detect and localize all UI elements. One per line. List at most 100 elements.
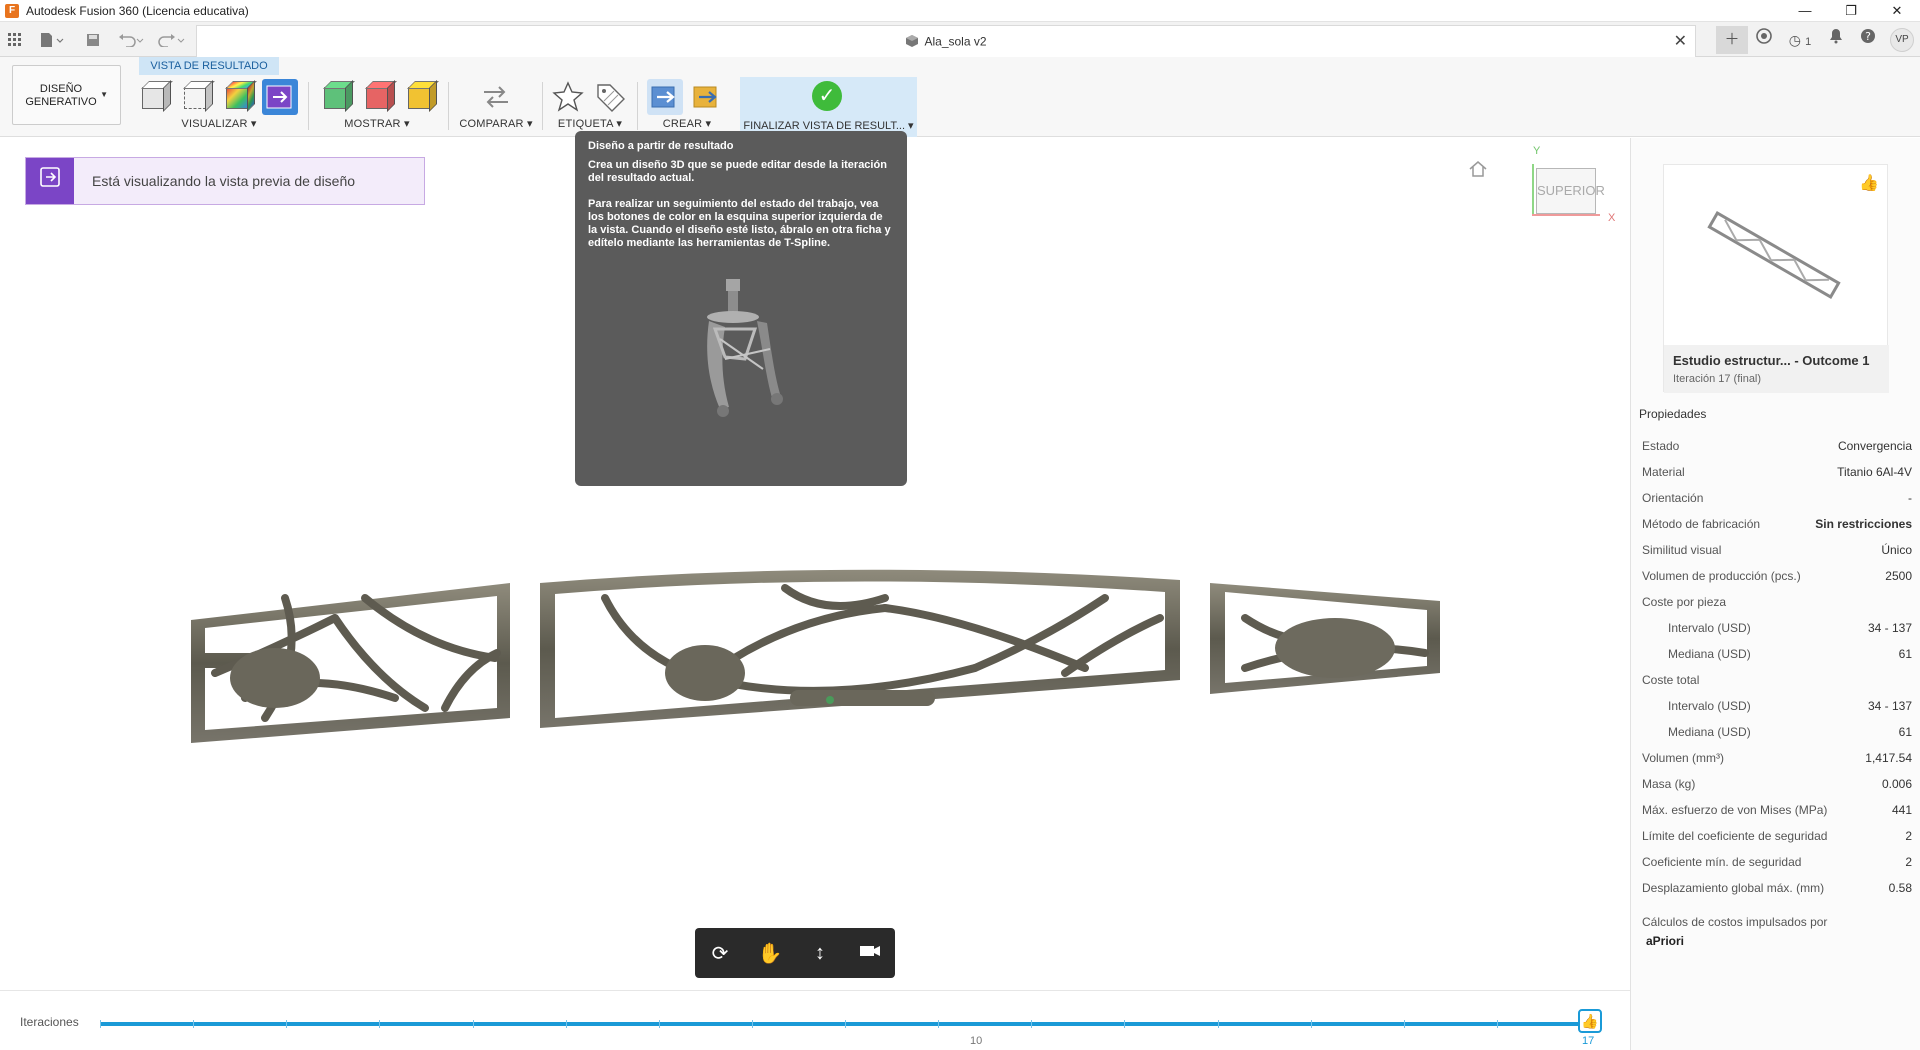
iteration-tick[interactable] [658, 1020, 660, 1028]
iteration-tick[interactable] [286, 1020, 288, 1028]
export-outcome-icon[interactable] [689, 79, 725, 115]
iteration-tick[interactable] [1310, 1020, 1312, 1028]
property-row: Material Titanio 6Al-4V [1642, 459, 1912, 485]
property-row: Desplazamiento global máx. (mm) 0.58 [1642, 875, 1912, 901]
property-value: 2500 [1885, 569, 1912, 583]
save-icon[interactable] [86, 29, 100, 51]
create-design-from-outcome-icon[interactable] [647, 79, 683, 115]
close-window-button[interactable]: ✕ [1874, 0, 1920, 22]
viewcube[interactable]: Y X SUPERIOR [1530, 145, 1615, 228]
like-icon[interactable]: 👍 [1859, 173, 1879, 193]
property-value: 61 [1898, 725, 1912, 739]
iteration-tick[interactable] [751, 1020, 753, 1028]
undo-icon[interactable] [118, 29, 146, 51]
home-view-icon[interactable] [1468, 160, 1490, 182]
extensions-icon[interactable] [1748, 26, 1780, 54]
camera-icon[interactable] [850, 942, 890, 965]
generative-wing-model[interactable] [185, 558, 1445, 773]
iteration-tick[interactable] [1403, 1020, 1405, 1028]
outcome-card[interactable]: 👍 Estudio estructur... - Outcome 1 Itera… [1663, 164, 1889, 393]
property-row: Estado Convergencia [1642, 433, 1912, 459]
document-tab[interactable]: Ala_sola v2 ✕ [196, 25, 1696, 57]
zoom-icon[interactable]: ↕ [800, 942, 840, 965]
iteration-tick[interactable] [1217, 1020, 1219, 1028]
property-value: 2 [1905, 829, 1912, 843]
show-starting-shape-icon[interactable] [402, 79, 438, 115]
property-label: Masa (kg) [1642, 777, 1696, 791]
iteration-tick[interactable] [379, 1020, 381, 1028]
iteration-tick[interactable] [1031, 1020, 1033, 1028]
solid-view-icon[interactable] [136, 79, 172, 115]
property-row: Volumen de producción (pcs.) 2500 [1642, 563, 1912, 589]
exit-preview-icon[interactable] [26, 158, 74, 204]
tag-icon[interactable] [592, 79, 628, 115]
property-label: Intervalo (USD) [1668, 621, 1751, 635]
property-row: Coste por pieza [1642, 589, 1912, 615]
iteration-tick[interactable] [1496, 1020, 1498, 1028]
app-grid-icon[interactable] [8, 29, 22, 51]
finish-outcome-view-group[interactable]: ✓ FINALIZAR VISTA DE RESULT... ▾ [740, 77, 917, 137]
property-row: Intervalo (USD) 34 - 137 [1642, 693, 1912, 719]
ribbon-separator [448, 82, 449, 130]
group-comparar: COMPARAR ▾ [456, 79, 536, 135]
help-icon[interactable]: ? [1852, 26, 1884, 54]
property-label: Similitud visual [1642, 543, 1722, 557]
properties-heading: Propiedades [1639, 407, 1707, 421]
iteration-tick[interactable] [845, 1020, 846, 1028]
iteration-tick[interactable] [1124, 1020, 1126, 1028]
pan-hand-icon[interactable]: ✋ [750, 941, 790, 966]
close-tab-button[interactable]: ✕ [1674, 31, 1687, 51]
file-menu-icon[interactable] [40, 29, 64, 51]
group-mostrar: MOSTRAR ▾ [318, 79, 436, 135]
new-tab-button[interactable]: ＋ [1716, 26, 1748, 54]
comparar-icons [478, 79, 514, 115]
etiqueta-dropdown[interactable]: ETIQUETA ▾ [550, 117, 630, 130]
star-icon[interactable] [550, 79, 586, 115]
mostrar-dropdown[interactable]: MOSTRAR ▾ [318, 117, 436, 130]
iteration-slider-thumb[interactable]: 👍 [1578, 1009, 1602, 1033]
property-label: Desplazamiento global máx. (mm) [1642, 881, 1825, 895]
stress-view-icon[interactable] [220, 79, 256, 115]
property-label: Volumen de producción (pcs.) [1642, 569, 1801, 583]
property-label: Volumen (mm³) [1642, 751, 1725, 765]
preview-design-icon[interactable] [262, 79, 298, 115]
property-label: Orientación [1642, 491, 1704, 505]
iteration-tick[interactable] [472, 1020, 474, 1028]
redo-icon[interactable] [158, 29, 186, 51]
wireframe-view-icon[interactable] [178, 79, 214, 115]
viewcube-face-top[interactable]: SUPERIOR [1536, 168, 1605, 214]
clock-icon: ◷ [1788, 32, 1801, 48]
tab-vista-de-resultado[interactable]: VISTA DE RESULTADO [139, 57, 279, 75]
ribbon-separator [542, 82, 543, 130]
workspace-switcher[interactable]: DISEÑO GENERATIVO ▼ [12, 65, 121, 125]
visualizar-icons [136, 79, 298, 115]
3d-viewport[interactable]: Está visualizando la vista previa de dis… [0, 131, 1630, 990]
job-status-button[interactable]: ◷ 1 [1780, 26, 1820, 54]
property-row: Mediana (USD) 61 [1642, 641, 1912, 667]
iteration-tick[interactable] [193, 1020, 195, 1028]
property-row: Mediana (USD) 61 [1642, 719, 1912, 745]
crear-dropdown[interactable]: CREAR ▾ [645, 117, 729, 130]
minimize-button[interactable]: — [1782, 0, 1828, 22]
property-label: Intervalo (USD) [1668, 699, 1751, 713]
orbit-icon[interactable]: ⟳ [700, 941, 740, 966]
property-value: Sin restricciones [1815, 517, 1912, 531]
iteration-tick[interactable] [938, 1020, 940, 1028]
show-preserve-icon[interactable] [360, 79, 396, 115]
visualizar-dropdown[interactable]: VISUALIZAR ▾ [136, 117, 302, 130]
etiqueta-icons [550, 79, 628, 115]
restore-button[interactable]: ❐ [1828, 0, 1874, 22]
compare-arrows-icon[interactable] [478, 79, 514, 115]
property-label: Método de fabricación [1642, 517, 1761, 531]
outcome-title: Estudio estructur... - Outcome 1 [1673, 353, 1870, 368]
thumbs-up-icon: 👍 [1581, 1013, 1599, 1029]
fusion-logo-icon: F [5, 3, 19, 18]
notifications-bell-icon[interactable] [1820, 26, 1852, 54]
iteration-end-label: 17 [1582, 1035, 1595, 1047]
iteration-tick[interactable] [565, 1020, 567, 1028]
show-obstacles-icon[interactable] [318, 79, 354, 115]
iteration-tick[interactable] [100, 1020, 101, 1028]
comparar-dropdown[interactable]: COMPARAR ▾ [456, 117, 536, 130]
user-avatar[interactable]: VP [1890, 28, 1914, 52]
job-count: 1 [1805, 36, 1812, 48]
